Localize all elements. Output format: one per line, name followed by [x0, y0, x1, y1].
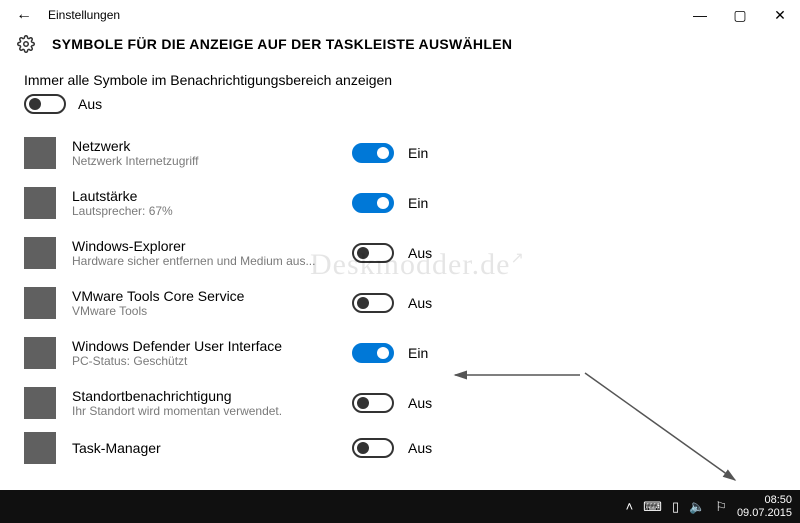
tray-volume-icon[interactable]: 🔈 — [689, 499, 705, 515]
tray-date: 09.07.2015 — [737, 507, 792, 519]
item-toggle-state: Aus — [408, 395, 432, 411]
item-titles: VMware Tools Core ServiceVMware Tools — [72, 288, 352, 318]
usb-icon — [24, 237, 56, 269]
item-titles: Windows-ExplorerHardware sicher entferne… — [72, 238, 352, 268]
item-toggle[interactable] — [352, 143, 394, 163]
list-item: Task-Manager Aus — [24, 428, 776, 468]
item-title: VMware Tools Core Service — [72, 288, 352, 304]
item-toggle-state: Ein — [408, 195, 428, 211]
location-icon — [24, 387, 56, 419]
titlebar: ← Einstellungen — ▢ ✕ — [0, 0, 800, 30]
network-icon — [24, 137, 56, 169]
item-title: Standortbenachrichtigung — [72, 388, 352, 404]
item-title: Windows Defender User Interface — [72, 338, 352, 354]
master-label: Immer alle Symbole im Benachrichtigungsb… — [24, 72, 776, 88]
gear-icon — [16, 34, 36, 54]
system-tray: ˄ ⌨ ▯ 🔈 ⚐ 08:50 09.07.2015 — [626, 494, 792, 518]
tray-clock[interactable]: 08:50 09.07.2015 — [737, 494, 792, 518]
tray-notification-icon[interactable]: ⚐ — [715, 499, 727, 515]
vmware-icon — [24, 287, 56, 319]
item-toggle[interactable] — [352, 393, 394, 413]
page-header: SYMBOLE FÜR DIE ANZEIGE AUF DER TASKLEIS… — [0, 30, 800, 72]
list-item: NetzwerkNetzwerk Internetzugriff Ein — [24, 128, 776, 178]
item-titles: Task-Manager — [72, 440, 352, 456]
items-list: NetzwerkNetzwerk InternetzugriffEinLauts… — [24, 128, 776, 468]
page-title: SYMBOLE FÜR DIE ANZEIGE AUF DER TASKLEIS… — [52, 36, 512, 52]
item-title: Netzwerk — [72, 138, 352, 154]
window-title: Einstellungen — [40, 8, 680, 22]
back-button[interactable]: ← — [16, 6, 40, 24]
master-toggle-state: Aus — [78, 96, 102, 112]
content: Immer alle Symbole im Benachrichtigungsb… — [0, 72, 800, 468]
maximize-button[interactable]: ▢ — [720, 7, 760, 24]
window-buttons: — ▢ ✕ — [680, 7, 800, 24]
item-toggle[interactable] — [352, 343, 394, 363]
defender-icon — [24, 337, 56, 369]
item-titles: StandortbenachrichtigungIhr Standort wir… — [72, 388, 352, 418]
list-item: Windows-ExplorerHardware sicher entferne… — [24, 228, 776, 278]
item-subtitle: Hardware sicher entfernen und Medium aus… — [72, 254, 342, 268]
close-button[interactable]: ✕ — [760, 7, 800, 24]
list-item: StandortbenachrichtigungIhr Standort wir… — [24, 378, 776, 428]
tray-battery-icon[interactable]: ▯ — [672, 499, 679, 515]
tray-chevron-icon[interactable]: ˄ — [626, 499, 634, 514]
master-row: Immer alle Symbole im Benachrichtigungsb… — [24, 72, 776, 114]
item-toggle-state: Aus — [408, 440, 432, 456]
master-toggle[interactable] — [24, 94, 66, 114]
item-toggle[interactable] — [352, 193, 394, 213]
item-titles: NetzwerkNetzwerk Internetzugriff — [72, 138, 352, 168]
tray-time: 08:50 — [737, 494, 792, 506]
volume-icon — [24, 187, 56, 219]
item-subtitle: PC-Status: Geschützt — [72, 354, 342, 368]
item-toggle-state: Ein — [408, 345, 428, 361]
list-item: LautstärkeLautsprecher: 67% Ein — [24, 178, 776, 228]
taskmgr-icon — [24, 432, 56, 464]
item-toggle-state: Ein — [408, 145, 428, 161]
item-subtitle: Netzwerk Internetzugriff — [72, 154, 342, 168]
item-toggle-state: Aus — [408, 245, 432, 261]
item-toggle-state: Aus — [408, 295, 432, 311]
item-title: Windows-Explorer — [72, 238, 352, 254]
list-item: Windows Defender User InterfacePC-Status… — [24, 328, 776, 378]
item-subtitle: Lautsprecher: 67% — [72, 204, 342, 218]
taskbar: ˄ ⌨ ▯ 🔈 ⚐ 08:50 09.07.2015 — [0, 490, 800, 523]
item-subtitle: VMware Tools — [72, 304, 342, 318]
tray-keyboard-icon[interactable]: ⌨ — [643, 499, 662, 515]
minimize-button[interactable]: — — [680, 7, 720, 23]
item-title: Task-Manager — [72, 440, 352, 456]
item-titles: Windows Defender User InterfacePC-Status… — [72, 338, 352, 368]
item-subtitle: Ihr Standort wird momentan verwendet. — [72, 404, 342, 418]
item-toggle[interactable] — [352, 438, 394, 458]
item-toggle[interactable] — [352, 293, 394, 313]
item-title: Lautstärke — [72, 188, 352, 204]
list-item: VMware Tools Core ServiceVMware Tools Aus — [24, 278, 776, 328]
item-titles: LautstärkeLautsprecher: 67% — [72, 188, 352, 218]
item-toggle[interactable] — [352, 243, 394, 263]
